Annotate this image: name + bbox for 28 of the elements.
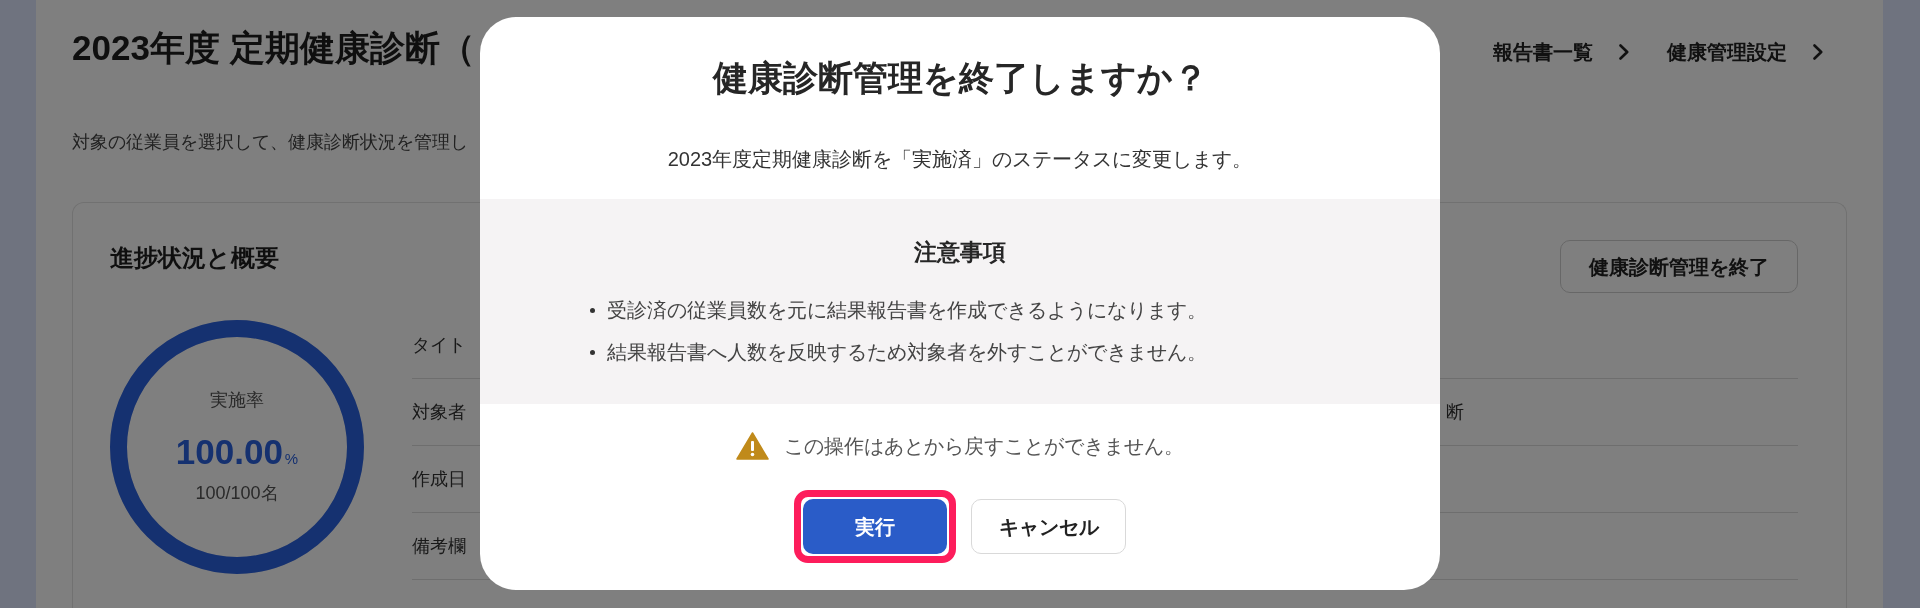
notes-title: 注意事項 <box>914 238 1006 267</box>
confirm-button[interactable]: 実行 <box>803 499 947 554</box>
chevron-right-icon <box>1813 44 1823 60</box>
breadcrumb-link[interactable]: 報告書一覧 <box>1493 38 1629 66</box>
progress-count: 100/100名 <box>195 482 279 505</box>
row-value: 断 <box>1446 401 1464 424</box>
chevron-right-icon <box>1619 44 1629 60</box>
end-management-button[interactable]: 健康診断管理を終了 <box>1560 240 1798 293</box>
note-text: 結果報告書へ人数を反映するため対象者を外すことができません。 <box>607 340 1207 365</box>
progress-rate: 100.00 <box>175 432 283 472</box>
row-label: 作成日 <box>412 468 466 489</box>
bullet-icon <box>590 307 595 313</box>
cancel-button[interactable]: キャンセル <box>971 499 1126 554</box>
progress-label: 実施率 <box>210 389 264 412</box>
dialog-title: 健康診断管理を終了しますか？ <box>712 57 1208 99</box>
bullet-icon <box>590 349 595 355</box>
warning-icon <box>736 432 769 460</box>
row-label: 対象者 <box>412 401 466 422</box>
note-text: 受診済の従業員数を元に結果報告書を作成できるようになります。 <box>607 298 1207 323</box>
warning-text: この操作はあとから戻すことができません。 <box>784 434 1184 459</box>
section-title: 進捗状況と概要 <box>110 243 279 273</box>
breadcrumb-link[interactable]: 健康管理設定 <box>1667 38 1823 66</box>
progress-unit: % <box>284 450 299 468</box>
page-description: 対象の従業員を選択して、健康診断状況を管理し <box>72 131 468 154</box>
row-label: タイト <box>412 334 466 355</box>
dialog-message: 2023年度定期健康診断を「実施済」のステータスに変更します。 <box>667 147 1253 172</box>
page-title: 2023年度 定期健康診断（ <box>72 27 475 69</box>
row-label: 備考欄 <box>412 535 466 556</box>
